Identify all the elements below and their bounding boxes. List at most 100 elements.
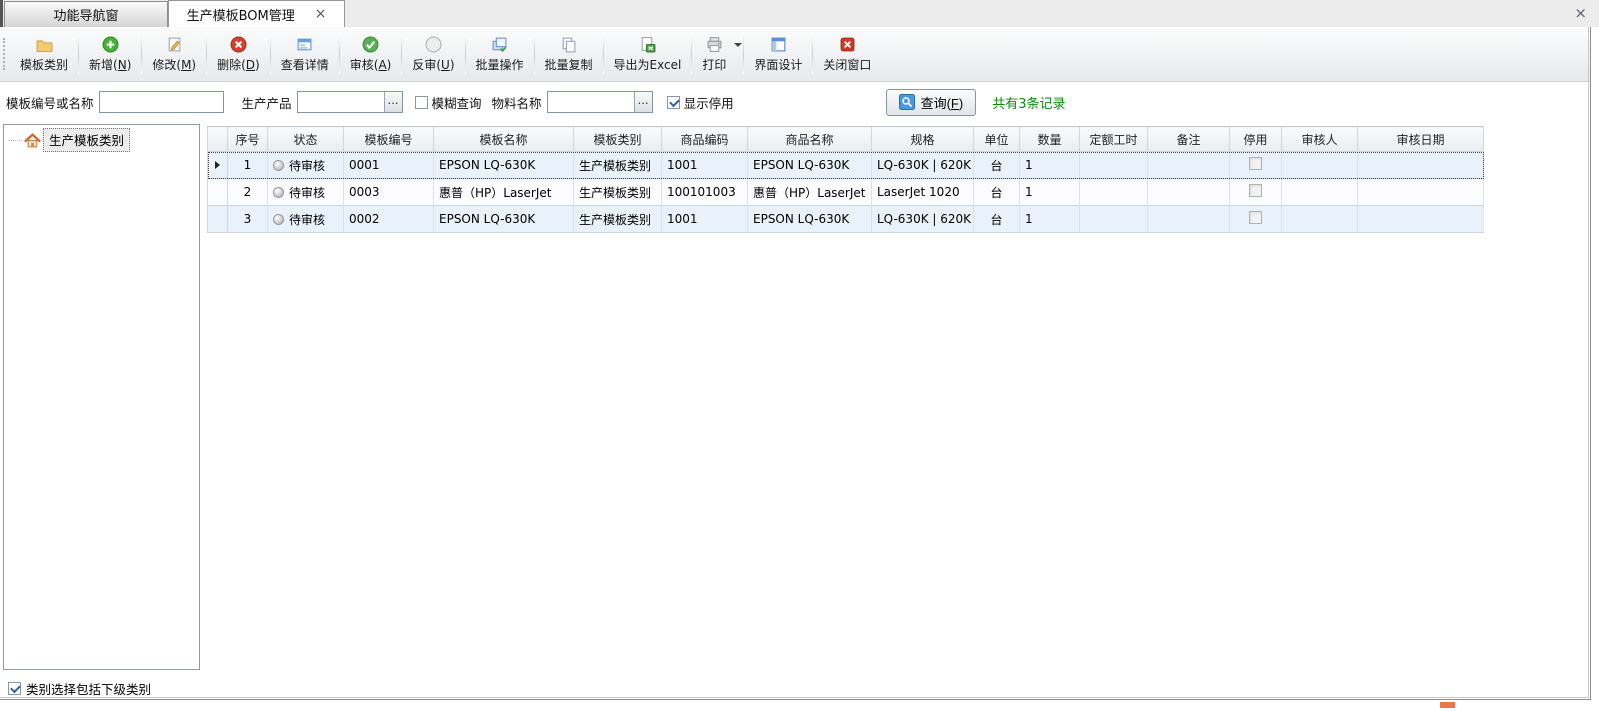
cell-product-code[interactable]: 1001 [662,152,748,179]
header-disabled[interactable]: 停用 [1230,127,1282,152]
cell-template-code[interactable]: 0002 [344,206,434,233]
approve-button[interactable]: 审核(A) [341,29,401,79]
header-auditor[interactable]: 审核人 [1282,127,1358,152]
show-disabled-checkbox[interactable]: 显示停用 [667,93,734,112]
header-template-category[interactable]: 模板类别 [574,127,662,152]
include-subcategories-checkbox[interactable]: 类别选择包括下级类别 [3,670,200,700]
tab-close-icon[interactable]: × [315,7,327,21]
header-spec[interactable]: 规格 [872,127,974,152]
cell-template-category[interactable]: 生产模板类别 [574,206,662,233]
cell-disabled[interactable] [1230,152,1282,179]
disabled-checkbox[interactable] [1249,211,1262,224]
cell-spec[interactable]: LQ-630K | 620K [872,206,974,233]
cell-template-name[interactable]: EPSON LQ-630K [434,206,574,233]
disabled-checkbox[interactable] [1249,184,1262,197]
cell-audit-date[interactable] [1358,152,1484,179]
cell-unit[interactable]: 台 [974,152,1020,179]
header-audit-date[interactable]: 审核日期 [1358,127,1484,152]
header-qty[interactable]: 数量 [1020,127,1080,152]
cell-remark[interactable] [1148,206,1230,233]
cell-unit[interactable]: 台 [974,179,1020,206]
app-window: 功能导航窗 生产模板BOM管理 × × 模板类别 新增(N) [0,0,1599,711]
cell-spec[interactable]: LQ-630K | 620K [872,152,974,179]
cell-unit[interactable]: 台 [974,206,1020,233]
product-input[interactable]: … [297,91,403,113]
cell-qty[interactable]: 1 [1020,179,1080,206]
cell-template-category[interactable]: 生产模板类别 [574,152,662,179]
window-close-icon[interactable]: × [1574,4,1587,22]
ui-design-button[interactable]: 界面设计 [745,29,811,79]
cell-status[interactable]: 待审核 [268,179,344,206]
cell-disabled[interactable] [1230,179,1282,206]
batch-copy-button[interactable]: 批量复制 [536,29,602,79]
include-subcategories-checkbox-box[interactable] [8,682,21,695]
fuzzy-search-checkbox-box[interactable] [415,96,428,109]
header-product-name[interactable]: 商品名称 [748,127,872,152]
cell-status[interactable]: 待审核 [268,206,344,233]
fuzzy-search-checkbox[interactable]: 模糊查询 [415,93,482,112]
show-disabled-checkbox-box[interactable] [667,96,680,109]
header-status[interactable]: 状态 [268,127,344,152]
tree-node-root[interactable]: 生产模板类别 [9,128,199,152]
batch-operation-button[interactable]: 批量操作 [467,29,533,79]
cell-seq[interactable]: 3 [228,206,268,233]
tab-nav-window[interactable]: 功能导航窗 [4,1,168,27]
material-ellipsis-button[interactable]: … [634,92,652,112]
modify-button[interactable]: 修改(M) [143,29,205,79]
cell-product-code[interactable]: 100101003 [662,179,748,206]
cell-auditor[interactable] [1282,179,1358,206]
query-button[interactable]: 查询(F) [886,89,977,116]
print-button[interactable]: 打印 [693,29,742,79]
cell-auditor[interactable] [1282,206,1358,233]
export-excel-button[interactable]: 导出为Excel [605,29,691,79]
header-template-name[interactable]: 模板名称 [434,127,574,152]
edit-icon [166,36,183,53]
cell-seq[interactable]: 1 [228,152,268,179]
cell-remark[interactable] [1148,152,1230,179]
view-details-button[interactable]: 查看详情 [272,29,338,79]
delete-button[interactable]: 删除(D) [208,29,269,79]
cell-remark[interactable] [1148,179,1230,206]
cell-template-name[interactable]: EPSON LQ-630K [434,152,574,179]
cell-product-code[interactable]: 1001 [662,206,748,233]
cell-template-code[interactable]: 0001 [344,152,434,179]
header-quota-hours[interactable]: 定额工时 [1080,127,1148,152]
close-window-button[interactable]: 关闭窗口 [814,29,880,79]
header-unit[interactable]: 单位 [974,127,1020,152]
cell-qty[interactable]: 1 [1020,152,1080,179]
toolbar-grip[interactable] [3,38,8,70]
cell-product-name[interactable]: EPSON LQ-630K [748,152,872,179]
cell-template-code[interactable]: 0003 [344,179,434,206]
header-remark[interactable]: 备注 [1148,127,1230,152]
cell-product-name[interactable]: 惠普（HP）LaserJet [748,179,872,206]
template-category-button[interactable]: 模板类别 [11,29,77,79]
cell-spec[interactable]: LaserJet 1020 [872,179,974,206]
cell-template-category[interactable]: 生产模板类别 [574,179,662,206]
tab-bom-management[interactable]: 生产模板BOM管理 × [168,0,345,27]
table-row[interactable]: 1 待审核 0001 EPSON LQ-630K 生产模板类别 1001 EPS… [208,152,1484,179]
table-row[interactable]: 3 待审核 0002 EPSON LQ-630K 生产模板类别 1001 EPS… [208,206,1484,233]
template-code-input[interactable] [99,91,224,113]
print-dropdown-caret-icon[interactable] [734,43,742,47]
cell-quota-hours[interactable] [1080,152,1148,179]
cell-audit-date[interactable] [1358,206,1484,233]
product-ellipsis-button[interactable]: … [384,92,402,112]
unapprove-button[interactable]: 反审(U) [403,29,463,79]
cell-disabled[interactable] [1230,206,1282,233]
cell-quota-hours[interactable] [1080,179,1148,206]
add-button[interactable]: 新增(N) [80,29,140,79]
cell-auditor[interactable] [1282,152,1358,179]
disabled-checkbox[interactable] [1249,157,1262,170]
header-template-code[interactable]: 模板编号 [344,127,434,152]
material-input[interactable]: … [547,91,653,113]
cell-quota-hours[interactable] [1080,206,1148,233]
cell-seq[interactable]: 2 [228,179,268,206]
table-row[interactable]: 2 待审核 0003 惠普（HP）LaserJet 生产模板类别 1001010… [208,179,1484,206]
cell-template-name[interactable]: 惠普（HP）LaserJet [434,179,574,206]
cell-product-name[interactable]: EPSON LQ-630K [748,206,872,233]
cell-qty[interactable]: 1 [1020,206,1080,233]
cell-audit-date[interactable] [1358,179,1484,206]
header-seq[interactable]: 序号 [228,127,268,152]
header-product-code[interactable]: 商品编码 [662,127,748,152]
cell-status[interactable]: 待审核 [268,152,344,179]
